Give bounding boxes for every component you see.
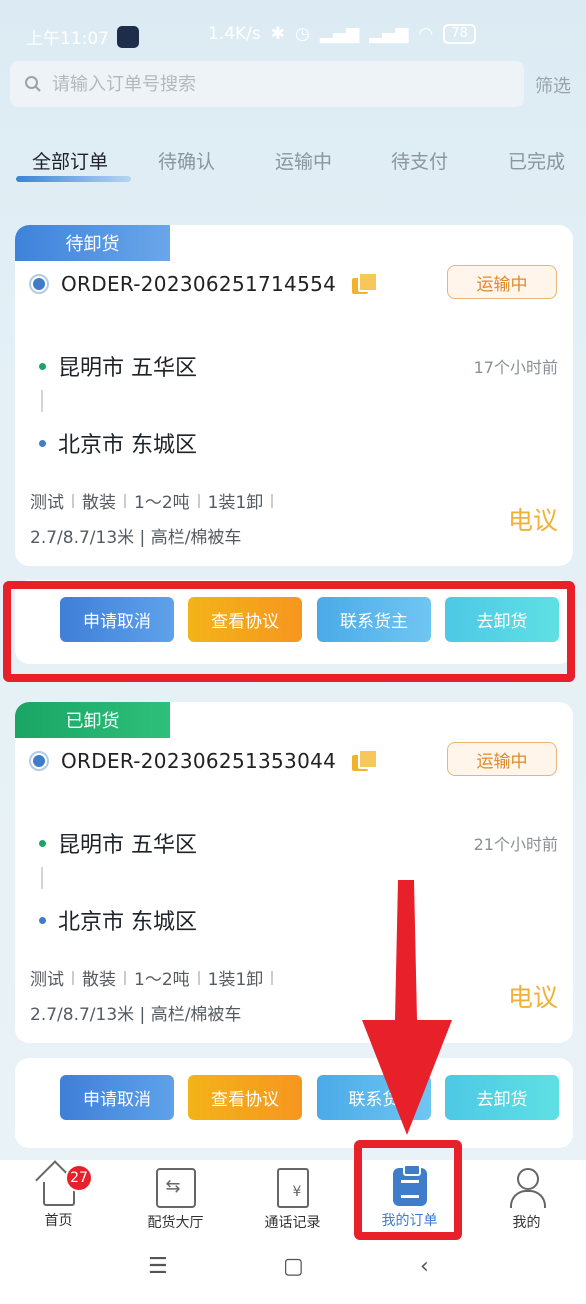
app-notification-icon [117, 25, 139, 48]
alarm-icon: ◷ [295, 24, 310, 44]
system-navigation-bar: ☰ ▢ ‹ [0, 1240, 586, 1304]
transport-status-pill: 运输中 [447, 265, 557, 299]
order-number: ORDER-202306251353044 [61, 749, 337, 773]
order-card[interactable]: 待卸货 ORDER-202306251714554 运输中 昆明市 五华区 17… [15, 225, 573, 566]
time-ago: 17个小时前 [473, 358, 558, 377]
spec-item: 散装 [82, 970, 116, 990]
order-number-row: ORDER-202306251714554 [29, 272, 379, 296]
signal-icon-2: ▂▄▆ [369, 24, 409, 44]
search-input[interactable] [52, 73, 492, 95]
search-bar[interactable] [10, 61, 524, 107]
notification-badge: 27 [65, 1164, 93, 1192]
transport-status-pill: 运输中 [447, 742, 557, 776]
spec-item: 散装 [82, 493, 116, 513]
copy-icon[interactable] [352, 749, 379, 773]
call-record-icon [276, 1168, 309, 1208]
time-ago: 21个小时前 [473, 835, 558, 854]
status-bar: 上午11:07 1.4K/s ✱ ◷ ▂▄▆ ▂▄▆ ◠ 78 [0, 0, 586, 60]
tab-pending-confirm[interactable]: 待确认 [158, 147, 215, 174]
order-actions: 申请取消 查看协议 联系货 去卸货 [15, 1058, 573, 1148]
tab-indicator [16, 176, 131, 182]
origin-dot-icon [39, 839, 46, 847]
destination-row: 北京市 东城区 [39, 904, 197, 936]
spec-divider [197, 493, 200, 508]
price-label: 电议 [507, 506, 558, 535]
nav-cargo-hall[interactable]: 配货大厅 [117, 1160, 234, 1240]
annotation-highlight-box [3, 581, 575, 682]
spec-item: 测试 [30, 970, 64, 990]
copy-icon[interactable] [352, 272, 379, 296]
spec-divider [271, 970, 274, 985]
order-number: ORDER-202306251714554 [61, 272, 337, 296]
search-icon [25, 76, 41, 92]
origin-dot-icon [39, 362, 46, 370]
destination-city: 北京市 东城区 [58, 910, 197, 935]
tab-all-orders[interactable]: 全部订单 [32, 147, 108, 174]
view-agreement-button[interactable]: 查看协议 [188, 1075, 302, 1120]
route-connector [41, 867, 43, 889]
spec-divider [124, 970, 126, 985]
spec-item: 1装1卸 [207, 493, 264, 513]
destination-dot-icon [39, 439, 46, 447]
radio-icon[interactable] [29, 274, 49, 294]
spec-item: 1装1卸 [207, 970, 264, 990]
order-status-badge: 已卸货 [15, 702, 170, 738]
spec-divider [72, 970, 74, 985]
vehicle-specs: 2.7/8.7/13米 | 高栏/棉被车 [30, 528, 242, 548]
route-connector [41, 390, 43, 412]
order-number-row: ORDER-202306251353044 [29, 749, 379, 773]
profile-icon [507, 1168, 547, 1208]
order-card[interactable]: 已卸货 ORDER-202306251353044 运输中 昆明市 五华区 21… [15, 702, 573, 1043]
status-left: 上午11:07 [26, 24, 139, 49]
origin-row: 昆明市 五华区 [39, 827, 197, 859]
request-cancel-button[interactable]: 申请取消 [60, 1075, 174, 1120]
spec-divider [124, 493, 126, 508]
cargo-specs: 测试 散装 1～2吨 1装1卸 [30, 488, 274, 513]
spec-item: 测试 [30, 493, 64, 513]
origin-city: 昆明市 五华区 [58, 356, 197, 381]
nav-label: 配货大厅 [147, 1215, 204, 1231]
status-time: 上午11:07 [26, 29, 109, 49]
home-square-icon[interactable]: ▢ [283, 1254, 304, 1279]
battery-indicator: 78 [443, 24, 476, 44]
spec-divider [271, 493, 274, 508]
spec-item: 1～2吨 [134, 493, 190, 513]
annotation-nav-highlight [354, 1140, 462, 1240]
destination-row: 北京市 东城区 [39, 427, 197, 459]
bluetooth-icon: ✱ [270, 24, 286, 44]
tab-pending-payment[interactable]: 待支付 [391, 147, 448, 174]
spec-item: 1～2吨 [134, 970, 190, 990]
nav-label: 通话记录 [264, 1215, 321, 1231]
origin-row: 昆明市 五华区 [39, 350, 197, 382]
cargo-specs: 测试 散装 1～2吨 1装1卸 [30, 965, 274, 990]
spec-divider [197, 970, 200, 985]
nav-label: 我的 [512, 1215, 541, 1231]
back-icon[interactable]: ‹ [420, 1254, 429, 1279]
origin-city: 昆明市 五华区 [58, 833, 197, 858]
price-label: 电议 [507, 983, 558, 1012]
wifi-icon: ◠ [418, 24, 434, 44]
spec-divider [72, 493, 74, 508]
vehicle-specs: 2.7/8.7/13米 | 高栏/棉被车 [30, 1005, 242, 1025]
go-unload-button[interactable]: 去卸货 [445, 1075, 559, 1120]
signal-icon: ▂▄▆ [319, 24, 360, 44]
cargo-hall-icon [155, 1168, 196, 1208]
order-tabs: 全部订单 待确认 运输中 待支付 已完成 [0, 143, 586, 191]
menu-icon[interactable]: ☰ [148, 1254, 168, 1279]
order-status-badge: 待卸货 [15, 225, 170, 261]
nav-profile[interactable]: 我的 [468, 1160, 585, 1240]
bottom-navigation: 27 首页 配货大厅 通话记录 我的订单 我的 [0, 1160, 586, 1240]
tab-in-transit[interactable]: 运输中 [275, 147, 332, 174]
destination-city: 北京市 东城区 [58, 433, 197, 458]
nav-call-records[interactable]: 通话记录 [234, 1160, 351, 1240]
net-speed: 1.4K/s [208, 24, 261, 44]
nav-home[interactable]: 27 首页 [0, 1160, 117, 1240]
status-right: 1.4K/s ✱ ◷ ▂▄▆ ▂▄▆ ◠ 78 [208, 24, 476, 44]
destination-dot-icon [39, 916, 46, 924]
filter-button[interactable]: 筛选 [535, 72, 571, 98]
radio-icon[interactable] [29, 751, 49, 771]
tab-completed[interactable]: 已完成 [508, 147, 565, 174]
nav-label: 首页 [44, 1213, 73, 1229]
annotation-arrow-icon [362, 880, 452, 1135]
